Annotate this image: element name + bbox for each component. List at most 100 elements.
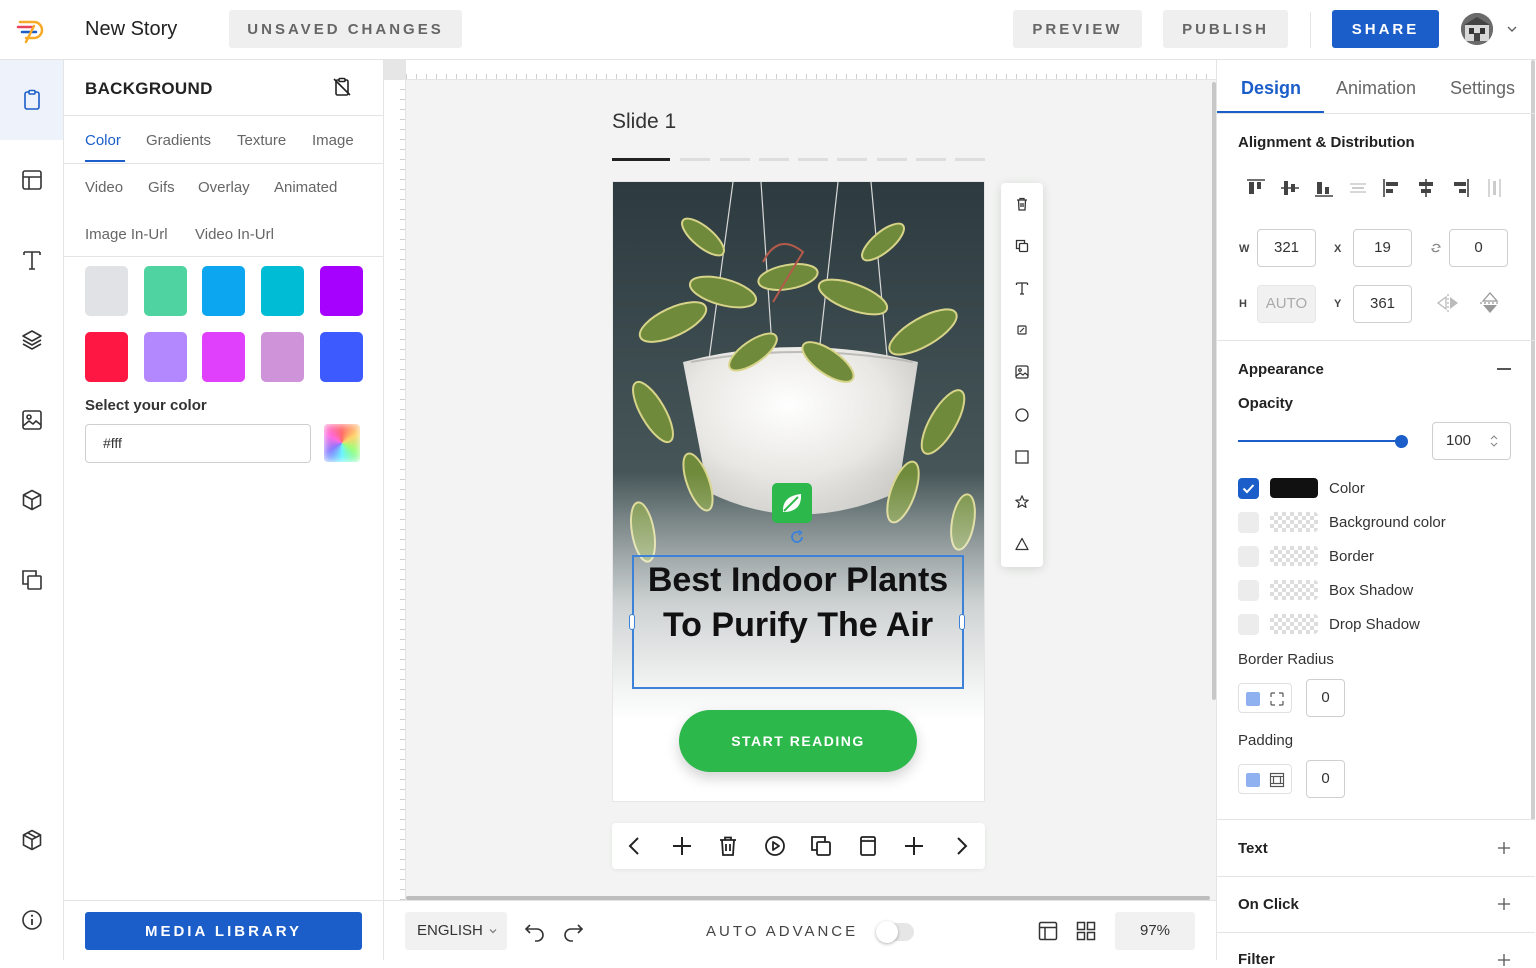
- chevron-left-icon[interactable]: [623, 834, 647, 858]
- align-middle-icon[interactable]: [1279, 177, 1301, 199]
- tab-video[interactable]: Video: [85, 179, 123, 196]
- start-reading-button[interactable]: START READING: [679, 710, 917, 772]
- border-checkbox[interactable]: [1238, 546, 1259, 567]
- align-top-icon[interactable]: [1245, 177, 1267, 199]
- chevron-right-icon[interactable]: [949, 834, 973, 858]
- resize-handle-right[interactable]: [959, 614, 965, 630]
- grid-view-icon[interactable]: [1075, 920, 1097, 942]
- duplicate-element-button[interactable]: [1001, 225, 1043, 267]
- tab-settings[interactable]: Settings: [1450, 78, 1515, 99]
- color-swatch[interactable]: [320, 332, 363, 382]
- tab-animation[interactable]: Animation: [1336, 78, 1416, 99]
- add-star-button[interactable]: [1001, 481, 1043, 523]
- uniform-mode-swatch[interactable]: [1246, 773, 1260, 787]
- slide-headline[interactable]: Best Indoor Plants To Purify The Air: [640, 558, 956, 648]
- copy-icon[interactable]: [809, 834, 833, 858]
- sidebar-item-elements[interactable]: [0, 460, 63, 540]
- opacity-input[interactable]: 100: [1432, 422, 1511, 460]
- tab-texture[interactable]: Texture: [237, 132, 286, 149]
- add-sticker-button[interactable]: [1001, 309, 1043, 351]
- leaf-logo-badge[interactable]: [772, 483, 812, 523]
- slide-progress-segment[interactable]: [955, 158, 985, 161]
- align-right-icon[interactable]: [1449, 177, 1471, 199]
- share-button[interactable]: SHARE: [1332, 10, 1439, 48]
- slide-progress-segment[interactable]: [680, 158, 710, 161]
- padding-mode[interactable]: [1238, 764, 1292, 794]
- slide-progress-segment[interactable]: [877, 158, 907, 161]
- height-input[interactable]: AUTO: [1257, 285, 1316, 323]
- stepper-icon[interactable]: [1490, 434, 1498, 448]
- padding-input[interactable]: 0: [1306, 760, 1345, 798]
- story-title[interactable]: New Story: [85, 18, 177, 41]
- delete-element-button[interactable]: [1001, 183, 1043, 225]
- rotation-input[interactable]: 0: [1449, 229, 1508, 267]
- tab-animated[interactable]: Animated: [274, 179, 337, 196]
- resize-handle-left[interactable]: [629, 614, 635, 630]
- slide-progress-segment[interactable]: [612, 158, 670, 161]
- sidebar-item-background[interactable]: [0, 60, 63, 140]
- onclick-section-title[interactable]: On Click: [1238, 896, 1299, 913]
- plus-icon[interactable]: [670, 834, 694, 858]
- opacity-slider-track[interactable]: [1238, 440, 1402, 442]
- background-color-checkbox[interactable]: [1238, 512, 1259, 533]
- align-bottom-icon[interactable]: [1313, 177, 1335, 199]
- add-image-button[interactable]: [1001, 351, 1043, 393]
- align-left-icon[interactable]: [1381, 177, 1403, 199]
- tab-design[interactable]: Design: [1241, 78, 1301, 99]
- color-swatch[interactable]: [202, 332, 245, 382]
- expand-icon[interactable]: [1497, 897, 1511, 911]
- add-square-button[interactable]: [1001, 436, 1043, 478]
- publish-button[interactable]: PUBLISH: [1163, 10, 1288, 48]
- app-logo-icon[interactable]: [16, 14, 48, 46]
- width-input[interactable]: 321: [1257, 229, 1316, 267]
- slide-progress-segment[interactable]: [798, 158, 828, 161]
- distribute-vertical-icon[interactable]: [1347, 177, 1369, 199]
- tab-video-in-url[interactable]: Video In-Url: [195, 226, 274, 243]
- corners-icon[interactable]: [1269, 691, 1285, 707]
- tab-gifs[interactable]: Gifs: [148, 179, 175, 196]
- tab-gradients[interactable]: Gradients: [146, 132, 211, 149]
- y-input[interactable]: 361: [1353, 285, 1412, 323]
- layout-view-icon[interactable]: [1037, 920, 1059, 942]
- unsaved-changes-button[interactable]: UNSAVED CHANGES: [229, 10, 462, 48]
- sidebar-item-images[interactable]: [0, 380, 63, 460]
- add-circle-button[interactable]: [1001, 394, 1043, 436]
- template-icon[interactable]: [856, 834, 880, 858]
- play-icon[interactable]: [763, 834, 787, 858]
- add-text-button[interactable]: [1001, 267, 1043, 309]
- distribute-horizontal-icon[interactable]: [1483, 177, 1505, 199]
- plus-icon[interactable]: [902, 834, 926, 858]
- align-center-icon[interactable]: [1415, 177, 1437, 199]
- tab-image[interactable]: Image: [312, 132, 354, 149]
- padding-icon[interactable]: [1269, 772, 1285, 788]
- color-swatch[interactable]: [261, 266, 304, 316]
- color-preview-chip[interactable]: [1270, 478, 1318, 498]
- properties-scrollbar[interactable]: [1531, 60, 1535, 820]
- sidebar-item-packages[interactable]: [0, 800, 63, 880]
- redo-icon[interactable]: [562, 920, 584, 942]
- clear-background-icon[interactable]: [331, 76, 353, 98]
- color-swatch[interactable]: [144, 266, 187, 316]
- media-library-button[interactable]: MEDIA LIBRARY: [85, 912, 362, 950]
- color-swatch[interactable]: [320, 266, 363, 316]
- box-shadow-checkbox[interactable]: [1238, 580, 1259, 601]
- chevron-down-icon[interactable]: [1505, 22, 1519, 36]
- color-swatch[interactable]: [202, 266, 245, 316]
- sidebar-item-duplicate[interactable]: [0, 540, 63, 620]
- undo-icon[interactable]: [524, 920, 546, 942]
- color-swatch[interactable]: [144, 332, 187, 382]
- box-shadow-chip[interactable]: [1270, 580, 1318, 600]
- expand-icon[interactable]: [1497, 953, 1511, 967]
- collapse-icon[interactable]: [1497, 368, 1511, 370]
- zoom-level[interactable]: 97%: [1115, 912, 1195, 950]
- sidebar-item-text[interactable]: [0, 220, 63, 300]
- add-triangle-button[interactable]: [1001, 523, 1043, 565]
- slide-progress-segment[interactable]: [720, 158, 750, 161]
- flip-horizontal-icon[interactable]: [1436, 293, 1460, 313]
- color-checkbox[interactable]: [1238, 478, 1259, 499]
- slide-progress-segment[interactable]: [837, 158, 867, 161]
- preview-button[interactable]: PREVIEW: [1013, 10, 1142, 48]
- tab-overlay[interactable]: Overlay: [198, 179, 250, 196]
- drop-shadow-chip[interactable]: [1270, 614, 1318, 634]
- expand-icon[interactable]: [1497, 841, 1511, 855]
